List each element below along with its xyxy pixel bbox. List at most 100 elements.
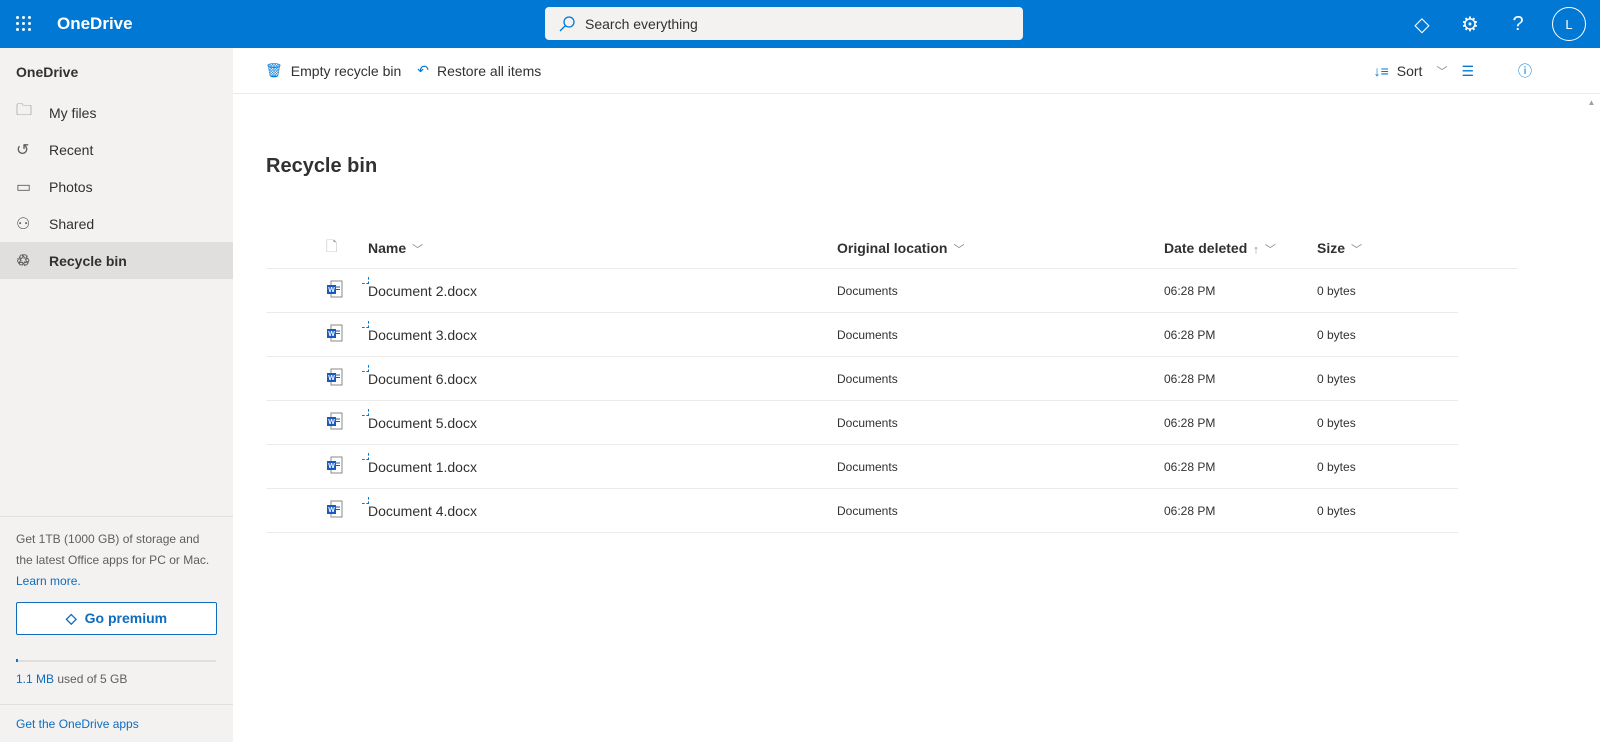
history-icon: ↺ (16, 141, 30, 159)
scroll-up-arrow[interactable]: ▲ (1583, 98, 1600, 107)
sidebar-item-recycle-bin[interactable]: ♲ Recycle bin (0, 242, 233, 279)
column-label: Size (1317, 239, 1346, 256)
storage-bar (16, 659, 216, 662)
sidebar: OneDrive 🗀 My files ↺ Recent ▭ Photos ⚇ Shar… (0, 48, 233, 742)
help-icon[interactable]: ? (1494, 0, 1542, 48)
learn-more-link[interactable]: Learn more. (16, 571, 217, 592)
file-name[interactable]: Document 3.docx (368, 327, 477, 343)
word-file-icon: W (327, 412, 343, 430)
date-deleted: 06:28 PM (1164, 415, 1216, 430)
file-type-icon[interactable]: 🗋 (326, 238, 337, 254)
trash-icon: 🗑 (265, 62, 283, 78)
word-file-icon: W (327, 368, 343, 386)
chevron-down-icon: ﹀ (1264, 243, 1276, 256)
sort-icon: ↓≡ (1373, 63, 1389, 79)
search-input[interactable]: Search everything (545, 7, 1023, 40)
file-name[interactable]: Document 1.docx (368, 459, 477, 475)
sidebar-item-label: Photos (49, 178, 93, 195)
chevron-down-icon: ﹀ (953, 243, 965, 256)
date-deleted: 06:28 PM (1164, 327, 1216, 342)
svg-text:W: W (328, 287, 335, 294)
date-deleted: 06:28 PM (1164, 503, 1216, 518)
sidebar-item-my-files[interactable]: 🗀 My files (0, 94, 233, 131)
folder-icon: 🗀 (16, 102, 33, 119)
empty-recycle-bin-button[interactable]: 🗑 Empty recycle bin (265, 62, 401, 79)
date-deleted: 06:28 PM (1164, 459, 1216, 474)
sidebar-item-label: My files (49, 104, 97, 121)
premium-diamond-icon[interactable]: ◇ (1398, 0, 1446, 48)
sidebar-item-label: Recycle bin (49, 252, 127, 269)
promo-text: Get 1TB (1000 GB) of storage and (16, 532, 200, 546)
diamond-icon: ◇ (65, 610, 77, 626)
chevron-down-icon: ﹀ (1351, 243, 1363, 256)
svg-text:W: W (328, 331, 335, 338)
storage-bar-fill (16, 659, 18, 662)
restore-all-button[interactable]: ↶ Restore all items (417, 62, 541, 79)
app-launcher-icon[interactable] (16, 16, 32, 32)
table-row[interactable]: W Document 5.docx Documents 06:28 PM 0 b… (266, 401, 1458, 445)
command-bar: 🗑 Empty recycle bin ↶ Restore all items ↓≡… (233, 48, 1600, 94)
sidebar-title[interactable]: OneDrive (0, 48, 233, 94)
list-header: 🗋 Name ﹀ Original location ﹀ Date deleted ↑… (266, 228, 1518, 269)
storage-text[interactable]: 1.1 MB used of 5 GB (16, 669, 217, 690)
date-deleted: 06:28 PM (1164, 283, 1216, 298)
undo-icon: ↶ (417, 62, 429, 78)
svg-text:W: W (328, 463, 335, 470)
sidebar-item-shared[interactable]: ⚇ Shared (0, 205, 233, 242)
file-name[interactable]: Document 5.docx (368, 415, 477, 431)
table-row[interactable]: W Document 3.docx Documents 06:28 PM 0 b… (266, 313, 1458, 357)
column-header-name[interactable]: Name ﹀ (368, 240, 837, 257)
avatar[interactable]: L (1552, 7, 1586, 41)
restore-label: Restore all items (437, 62, 542, 79)
page-title: Recycle bin (266, 155, 378, 177)
file-name[interactable]: Document 6.docx (368, 371, 477, 387)
column-label: Name (368, 239, 407, 256)
table-row[interactable]: W Document 6.docx Documents 06:28 PM 0 b… (266, 357, 1458, 401)
word-file-icon: W (327, 456, 343, 474)
file-list: 🗋 Name ﹀ Original location ﹀ Date deleted ↑… (266, 228, 1518, 533)
people-icon: ⚇ (16, 215, 31, 233)
photo-icon: ▭ (16, 178, 32, 196)
get-apps-link[interactable]: Get the OneDrive apps (0, 704, 233, 742)
original-location: Documents (837, 327, 898, 342)
sidebar-item-label: Shared (49, 215, 95, 232)
sidebar-item-photos[interactable]: ▭ Photos (0, 168, 233, 205)
empty-label: Empty recycle bin (290, 62, 402, 79)
chevron-down-icon: ﹀ (412, 243, 424, 256)
chevron-down-icon: ﹀ (1436, 66, 1448, 78)
original-location: Documents (837, 415, 898, 430)
search-icon (559, 15, 575, 31)
sort-label: Sort (1396, 63, 1423, 79)
column-header-size[interactable]: Size ﹀ (1317, 240, 1362, 257)
svg-text:W: W (328, 419, 335, 426)
date-deleted: 06:28 PM (1164, 371, 1216, 386)
column-header-location[interactable]: Original location ﹀ (837, 240, 1164, 257)
storage-used[interactable]: 1.1 MB (16, 672, 54, 686)
word-file-icon: W (327, 280, 343, 298)
info-button[interactable]: ⓘ (1518, 61, 1532, 81)
scrollbar[interactable]: ▲ (1583, 94, 1600, 742)
premium-promo: Get 1TB (1000 GB) of storage and the lat… (0, 516, 233, 690)
file-name[interactable]: Document 4.docx (368, 503, 477, 519)
column-header-date[interactable]: Date deleted ↑ ﹀ (1164, 240, 1317, 257)
sort-button[interactable]: ↓≡ Sort ﹀ (1374, 63, 1448, 79)
file-size: 0 bytes (1317, 283, 1356, 298)
go-premium-button[interactable]: ◇ Go premium (16, 602, 217, 635)
top-bar: OneDrive Search everything ◇ ⚙ ? L (0, 0, 1600, 48)
file-size: 0 bytes (1317, 415, 1356, 430)
svg-text:W: W (328, 507, 335, 514)
settings-gear-icon[interactable]: ⚙ (1446, 0, 1494, 48)
go-premium-label: Go premium (84, 610, 168, 626)
sort-ascending-icon: ↑ (1253, 243, 1259, 256)
table-row[interactable]: W Document 4.docx Documents 06:28 PM 0 b… (266, 489, 1458, 533)
word-file-icon: W (327, 500, 343, 518)
app-name[interactable]: OneDrive (57, 14, 133, 34)
list-view-icon: ☰ (1461, 62, 1474, 79)
word-file-icon: W (327, 324, 343, 342)
table-row[interactable]: W Document 2.docx Documents 06:28 PM 0 b… (266, 269, 1458, 313)
original-location: Documents (837, 371, 898, 386)
table-row[interactable]: W Document 1.docx Documents 06:28 PM 0 b… (266, 445, 1458, 489)
view-options-button[interactable]: ☰ (1461, 63, 1474, 80)
file-name[interactable]: Document 2.docx (368, 283, 477, 299)
sidebar-item-recent[interactable]: ↺ Recent (0, 131, 233, 168)
